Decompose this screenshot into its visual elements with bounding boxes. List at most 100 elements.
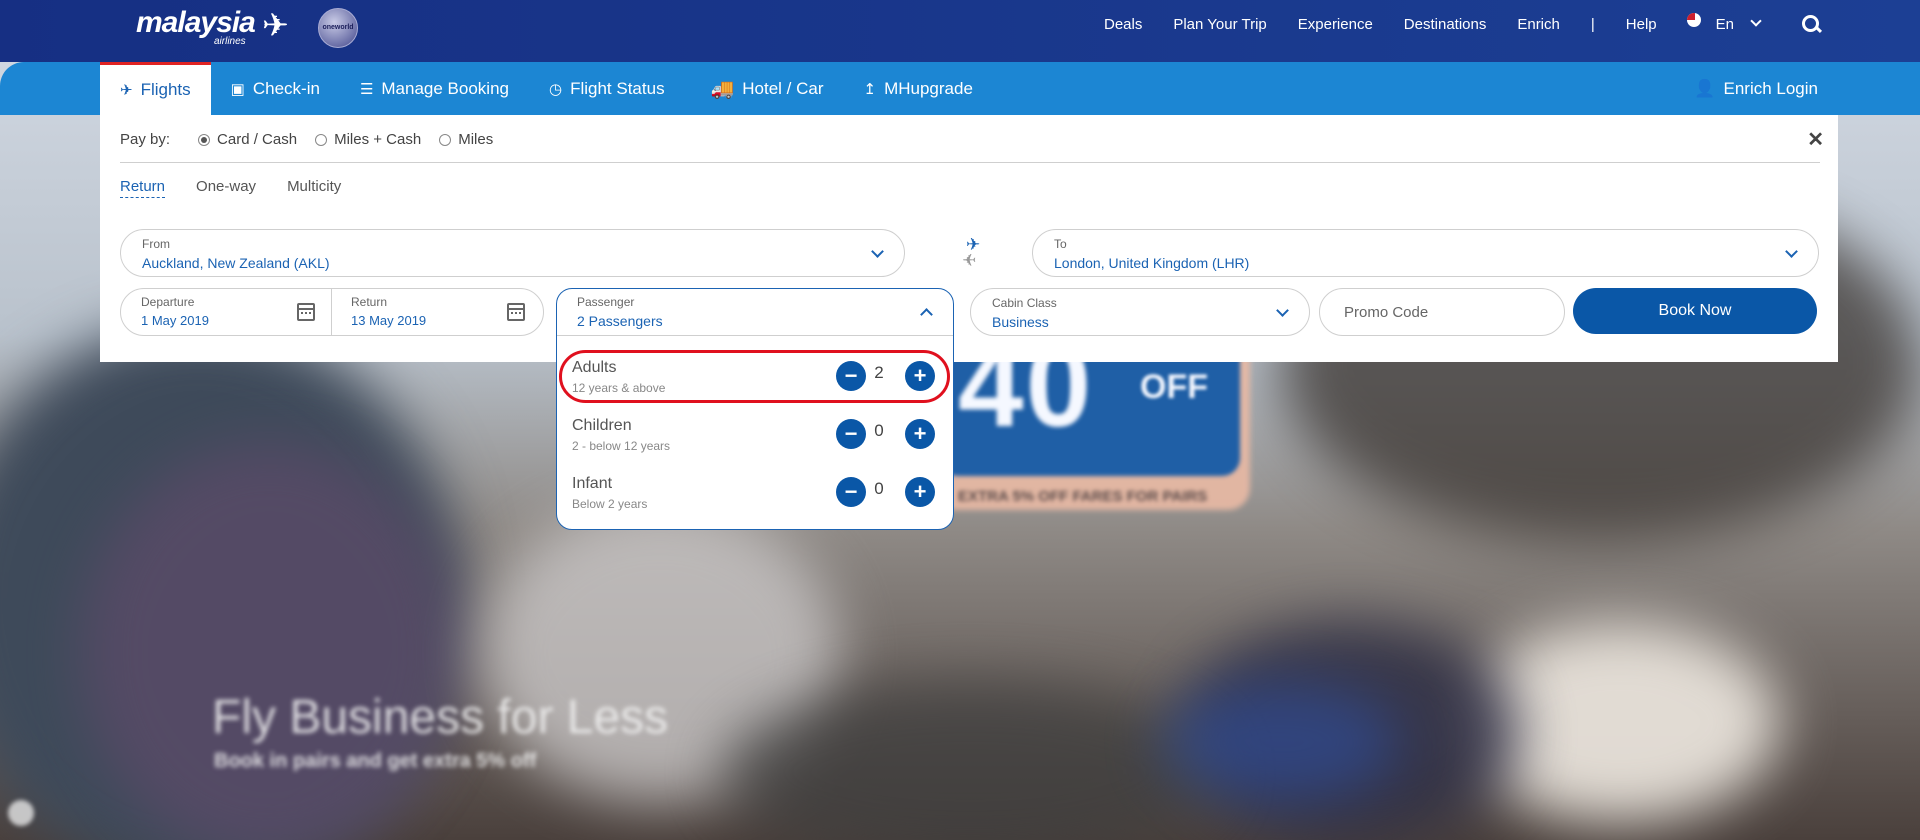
close-icon[interactable]: ✕ bbox=[1807, 127, 1824, 152]
user-icon: 👤 bbox=[1694, 78, 1716, 98]
calendar-icon[interactable] bbox=[507, 303, 525, 321]
chevron-down-icon[interactable] bbox=[1750, 15, 1762, 27]
passenger-age-range: 2 - below 12 years bbox=[572, 439, 671, 453]
from-field[interactable]: From Auckland, New Zealand (AKL) bbox=[120, 229, 905, 277]
promo-code-input[interactable]: Promo Code bbox=[1319, 288, 1565, 336]
passenger-row-children: Children 2 - below 12 years − 0 + bbox=[557, 405, 953, 461]
minus-icon[interactable]: − bbox=[836, 361, 866, 391]
pay-by-label: Pay by: bbox=[120, 131, 171, 148]
search-icon[interactable] bbox=[1802, 15, 1820, 33]
tab-label: Check-in bbox=[252, 78, 320, 98]
top-nav: Deals Plan Your Trip Experience Destinat… bbox=[1073, 0, 1920, 48]
minus-icon[interactable]: − bbox=[836, 477, 866, 507]
carousel-dot[interactable] bbox=[8, 800, 34, 826]
language-selector[interactable]: En bbox=[1716, 16, 1734, 33]
passenger-age-range: 12 years & above bbox=[572, 381, 666, 395]
return-label: Return bbox=[351, 295, 388, 309]
tab-label: Manage Booking bbox=[381, 78, 509, 98]
passenger-row-infant: Infant Below 2 years − 0 + bbox=[557, 463, 953, 519]
chevron-down-icon[interactable] bbox=[1276, 304, 1289, 317]
passenger-age-range: Below 2 years bbox=[572, 497, 648, 511]
from-label: From bbox=[142, 237, 170, 251]
departure-date-field[interactable]: Departure 1 May 2019 bbox=[121, 289, 332, 335]
to-value: London, United Kingdom (LHR) bbox=[1054, 255, 1250, 271]
from-value: Auckland, New Zealand (AKL) bbox=[142, 255, 330, 271]
to-label: To bbox=[1054, 237, 1067, 251]
uk-flag-icon[interactable] bbox=[1686, 13, 1701, 27]
payby-option-label: Miles + Cash bbox=[334, 131, 422, 148]
passenger-type: Adults bbox=[572, 359, 617, 376]
cabin-class-field[interactable]: Cabin Class Business bbox=[970, 288, 1310, 336]
return-date-field[interactable]: Return 13 May 2019 bbox=[331, 289, 541, 335]
cabin-label: Cabin Class bbox=[992, 296, 1057, 310]
tab-label: Flights bbox=[140, 80, 191, 99]
radio-icon[interactable] bbox=[439, 133, 452, 146]
booking-tab-bar: ✈ Flights ▣ Check-in ☰ Manage Booking ◷ … bbox=[0, 62, 1920, 115]
swap-route-button[interactable]: ✈ ✈ bbox=[960, 235, 990, 275]
nav-deals[interactable]: Deals bbox=[1104, 16, 1142, 33]
trip-return[interactable]: Return bbox=[120, 178, 166, 198]
flight-search-panel: Pay by: Card / Cash Miles + Cash Miles ✕… bbox=[100, 115, 1838, 362]
radio-icon[interactable] bbox=[315, 133, 328, 146]
list-icon: ☰ bbox=[359, 80, 374, 98]
nav-experience[interactable]: Experience bbox=[1298, 16, 1373, 33]
chevron-down-icon[interactable] bbox=[871, 245, 884, 258]
plane-return-icon: ✈ bbox=[962, 251, 977, 270]
tab-check-in[interactable]: ▣ Check-in bbox=[211, 62, 340, 115]
enrich-login-button[interactable]: 👤 Enrich Login bbox=[1694, 62, 1818, 115]
passenger-count: 0 bbox=[874, 479, 884, 498]
departure-value: 1 May 2019 bbox=[141, 313, 209, 328]
promo-placeholder: Promo Code bbox=[1344, 304, 1429, 321]
departure-label: Departure bbox=[141, 295, 195, 309]
logo-wordmark: malaysia bbox=[136, 6, 256, 39]
divider bbox=[120, 162, 1820, 163]
nav-help[interactable]: Help bbox=[1626, 16, 1657, 33]
radio-selected-icon[interactable] bbox=[198, 133, 211, 146]
trip-type-selector: Return One-way Multicity bbox=[120, 178, 372, 198]
plus-icon[interactable]: + bbox=[905, 419, 935, 449]
payby-miles[interactable]: Miles bbox=[439, 131, 493, 148]
tab-hotel-car[interactable]: 🚚 Hotel / Car bbox=[685, 62, 844, 115]
nav-enrich[interactable]: Enrich bbox=[1517, 16, 1560, 33]
trip-one-way[interactable]: One-way bbox=[196, 178, 256, 198]
passenger-field[interactable]: Passenger 2 Passengers bbox=[557, 289, 953, 336]
passenger-type: Infant bbox=[572, 475, 613, 492]
minus-icon[interactable]: − bbox=[836, 419, 866, 449]
passenger-count: 2 bbox=[874, 363, 884, 382]
tab-label: Hotel / Car bbox=[742, 78, 824, 98]
logo-subtext: airlines bbox=[214, 36, 246, 47]
pay-by-group: Pay by: Card / Cash Miles + Cash Miles bbox=[120, 131, 493, 148]
payby-card-cash[interactable]: Card / Cash bbox=[198, 131, 297, 148]
tab-label: MHupgrade bbox=[884, 78, 973, 98]
trip-multicity[interactable]: Multicity bbox=[287, 178, 341, 198]
calendar-icon[interactable] bbox=[297, 303, 315, 321]
return-value: 13 May 2019 bbox=[351, 313, 427, 328]
nav-plan-your-trip[interactable]: Plan Your Trip bbox=[1173, 16, 1266, 33]
plus-icon[interactable]: + bbox=[905, 361, 935, 391]
oneworld-badge[interactable]: oneworld bbox=[318, 8, 358, 48]
book-now-button[interactable]: Book Now bbox=[1573, 288, 1817, 334]
chevron-up-icon[interactable] bbox=[920, 308, 933, 321]
payby-option-label: Card / Cash bbox=[217, 131, 298, 148]
to-field[interactable]: To London, United Kingdom (LHR) bbox=[1032, 229, 1819, 277]
nav-destinations[interactable]: Destinations bbox=[1404, 16, 1487, 33]
passenger-count: 0 bbox=[874, 421, 884, 440]
kite-logo-icon: ✈ bbox=[262, 7, 289, 43]
enrich-login-label: Enrich Login bbox=[1723, 78, 1818, 98]
malaysia-airlines-logo[interactable]: malaysia airlines ✈ bbox=[136, 6, 289, 47]
car-icon: 🚚 bbox=[710, 78, 735, 100]
plus-icon[interactable]: + bbox=[905, 477, 935, 507]
date-range-field: Departure 1 May 2019 Return 13 May 2019 bbox=[120, 288, 544, 336]
arrow-up-icon: ↥ bbox=[863, 80, 877, 98]
hero-title: Fly Business for Less bbox=[212, 691, 669, 744]
chevron-down-icon[interactable] bbox=[1785, 245, 1798, 258]
tab-flight-status[interactable]: ◷ Flight Status bbox=[529, 62, 685, 115]
payby-miles-cash[interactable]: Miles + Cash bbox=[315, 131, 421, 148]
hero-subtitle: Book in pairs and get extra 5% off bbox=[214, 750, 537, 772]
tab-mhupgrade[interactable]: ↥ MHupgrade bbox=[844, 62, 993, 115]
tab-manage-booking[interactable]: ☰ Manage Booking bbox=[340, 62, 529, 115]
passenger-type: Children bbox=[572, 417, 632, 434]
booking-tabs: ✈ Flights ▣ Check-in ☰ Manage Booking ◷ … bbox=[100, 62, 993, 115]
passenger-value: 2 Passengers bbox=[577, 313, 663, 329]
tab-flights[interactable]: ✈ Flights bbox=[100, 62, 211, 115]
